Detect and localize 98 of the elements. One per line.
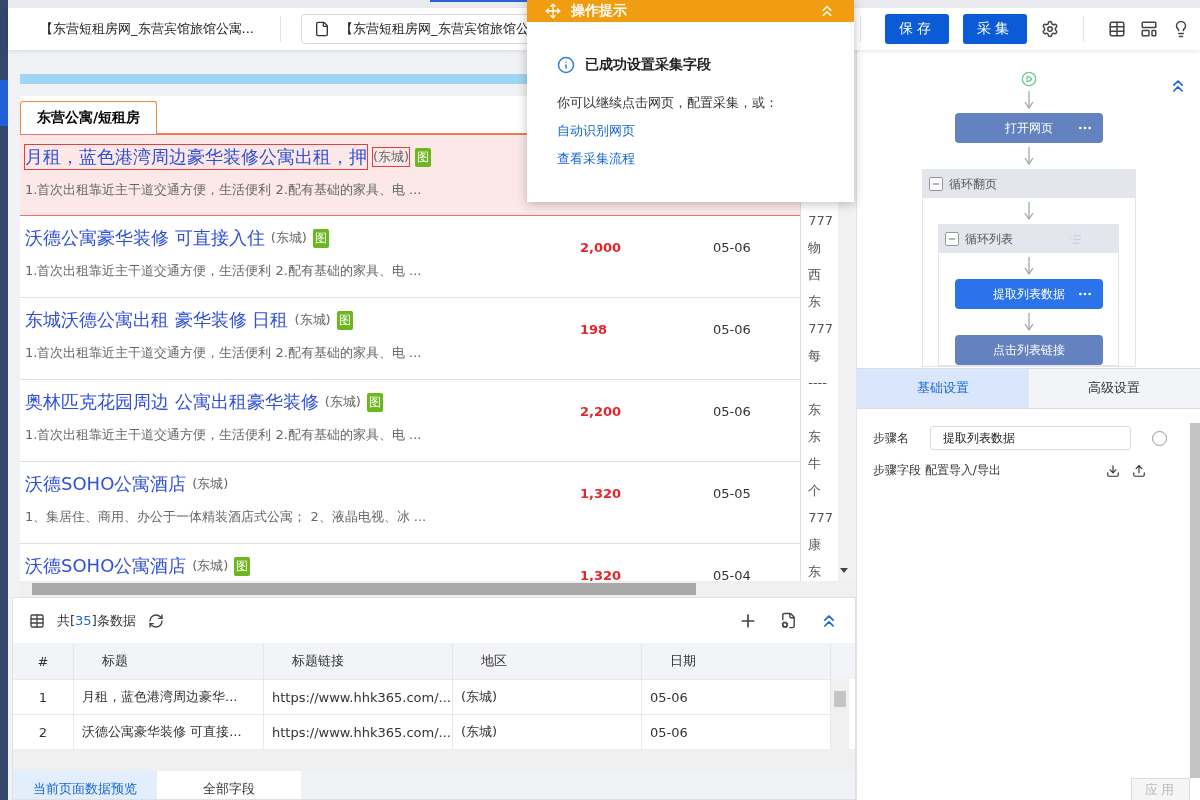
listing-description: 1、集居住、商用、办公于一体精装酒店式公寓； 2、液晶电视、冰 ... <box>25 508 428 526</box>
record-count: 共[35]条数据 <box>57 611 136 630</box>
column-header: 日期 <box>642 643 831 679</box>
scrollbar[interactable] <box>831 679 849 749</box>
listing-price: 2,000 <box>580 239 623 257</box>
connector-arrow <box>1023 202 1034 220</box>
settings-tab[interactable]: 基础设置 <box>857 368 1029 408</box>
sidebar-item[interactable]: 康 <box>808 536 838 553</box>
sidebar-item[interactable]: ---- <box>808 374 838 391</box>
listing-date: 05-06 <box>713 321 751 339</box>
sidebar-item[interactable]: 东 <box>808 293 838 310</box>
download-icon[interactable] <box>1106 463 1120 478</box>
settings-icon[interactable] <box>1041 20 1059 38</box>
listing-description: 1.首次出租靠近主干道交通方便，生活便利 2.配有基础的家具、电 ... <box>25 344 423 362</box>
listing-title-link[interactable]: 沃德公寓豪华装修 可直接入住 <box>25 226 265 250</box>
listing-area: (东城) <box>270 229 307 247</box>
step-name-field[interactable]: 提取列表数据 <box>930 426 1131 450</box>
listing-area: (东城) <box>192 557 229 575</box>
listing-date: 05-06 <box>713 239 751 257</box>
image-badge: 图 <box>234 556 251 576</box>
table-cell: 1 <box>13 680 74 714</box>
preview-tab[interactable]: 全部字段 <box>157 771 301 799</box>
flow-node[interactable]: 打开网页 <box>954 113 1103 143</box>
table-icon <box>29 612 45 629</box>
connector-arrow <box>1023 147 1034 165</box>
page-tab-title[interactable]: 【东营短租房网_东营宾馆旅馆公寓... <box>40 20 270 38</box>
listing-date: 05-06 <box>713 403 751 421</box>
move-icon[interactable] <box>545 3 561 19</box>
listing-price: 198 <box>580 321 609 339</box>
image-badge: 图 <box>415 147 432 167</box>
layout-icon[interactable] <box>1140 20 1158 38</box>
table-cell: 月租，蓝色港湾周边豪华... <box>74 680 264 714</box>
sidebar-item[interactable]: 东 <box>808 401 838 418</box>
group-title: 循环翻页 <box>948 175 997 193</box>
listing-title-link[interactable]: 沃德SOHO公寓酒店 <box>25 472 187 496</box>
listing-title-link[interactable]: 奥林匹克花园周边 公寓出租豪华装修 <box>25 390 319 414</box>
popup-heading: 已成功设置采集字段 <box>585 56 711 74</box>
scrollbar[interactable] <box>20 581 856 597</box>
scrollbar[interactable] <box>13 749 855 771</box>
sidebar-item[interactable]: 每 <box>808 347 838 364</box>
sidebar-item[interactable]: 西 <box>808 266 838 283</box>
listing-date: 05-05 <box>713 485 751 503</box>
save-button[interactable]: 保存 <box>885 14 949 44</box>
sidebar-item[interactable]: 东 <box>808 428 838 445</box>
image-badge: 图 <box>336 310 353 330</box>
preview-tab[interactable]: 当前页面数据预览 <box>13 771 157 799</box>
collect-button[interactable]: 采集 <box>963 14 1027 44</box>
table-cell: https://www.hhk365.com/... <box>264 680 453 714</box>
list-icon <box>1069 232 1082 246</box>
connector-arrow <box>1023 313 1034 331</box>
table-cell: (东城) <box>453 680 642 714</box>
active-marker <box>0 80 8 126</box>
field-label: 步骤名 <box>873 429 910 447</box>
group-title: 循环列表 <box>965 230 1013 248</box>
flow-node[interactable]: 点击列表链接 <box>954 335 1103 365</box>
column-header: 地区 <box>453 643 642 679</box>
image-badge: 图 <box>312 228 329 248</box>
listing-price: 2,200 <box>580 403 623 421</box>
sidebar-item[interactable]: 777 <box>808 212 838 229</box>
image-badge: 图 <box>366 392 383 412</box>
flow-node[interactable]: 提取列表数据 <box>954 279 1103 309</box>
listing-description: 1.首次出租靠近主干道交通方便，生活便利 2.配有基础的家具、电 ... <box>25 426 423 444</box>
start-icon <box>1020 71 1037 87</box>
sidebar-item[interactable]: 777 <box>808 509 838 526</box>
refresh-icon[interactable] <box>147 612 164 629</box>
sidebar-item[interactable]: 777 <box>808 320 838 337</box>
scrollbar[interactable] <box>1190 423 1200 778</box>
column-header: # <box>13 643 74 679</box>
listing-area: (东城) <box>192 475 229 493</box>
listing-title-link[interactable]: 东城沃德公寓出租 豪华装修 日租 <box>25 308 289 332</box>
popup-text: 你可以继续点击网页，配置采集，或： <box>557 94 779 112</box>
table-icon[interactable] <box>1108 20 1126 38</box>
listing-price: 1,320 <box>580 485 623 503</box>
column-header: 标题链接 <box>264 643 453 679</box>
column-header: 标题 <box>74 643 264 679</box>
settings-tab[interactable]: 高级设置 <box>1028 368 1200 408</box>
sidebar-item[interactable]: 物 <box>808 239 838 256</box>
listing-area: (东城) <box>294 311 331 329</box>
page-tab[interactable]: 东营公寓/短租房 <box>20 101 158 134</box>
sidebar-item[interactable]: 东 <box>808 563 838 580</box>
listing-area: (东城) <box>324 393 361 411</box>
popup-title: 操作提示 <box>571 2 627 20</box>
connector-arrow <box>1023 91 1034 109</box>
listing-date: 05-04 <box>713 567 751 581</box>
field-label: 步骤字段 配置导入/导出 <box>873 462 1002 479</box>
listing-description: 1.首次出租靠近主干道交通方便，生活便利 2.配有基础的家具、电 ... <box>25 262 423 280</box>
file-gear-icon[interactable] <box>780 612 797 629</box>
listing-description: 1.首次出租靠近主干道交通方便，生活便利 2.配有基础的家具、电 ... <box>25 181 423 199</box>
file-icon <box>314 21 330 37</box>
sidebar-item[interactable]: 个 <box>808 482 838 499</box>
info-icon <box>557 56 575 74</box>
sidebar-item[interactable]: 牛 <box>808 455 838 472</box>
listing-title-link[interactable]: 沃德SOHO公寓酒店 <box>25 554 187 578</box>
connector-arrow <box>1023 257 1034 275</box>
listing-area: (东城) <box>373 148 410 166</box>
listing-title-link[interactable]: 月租，蓝色港湾周边豪华装修公寓出租，押 <box>25 145 367 169</box>
upload-icon[interactable] <box>1132 463 1146 478</box>
listing-price: 1,320 <box>580 567 623 581</box>
